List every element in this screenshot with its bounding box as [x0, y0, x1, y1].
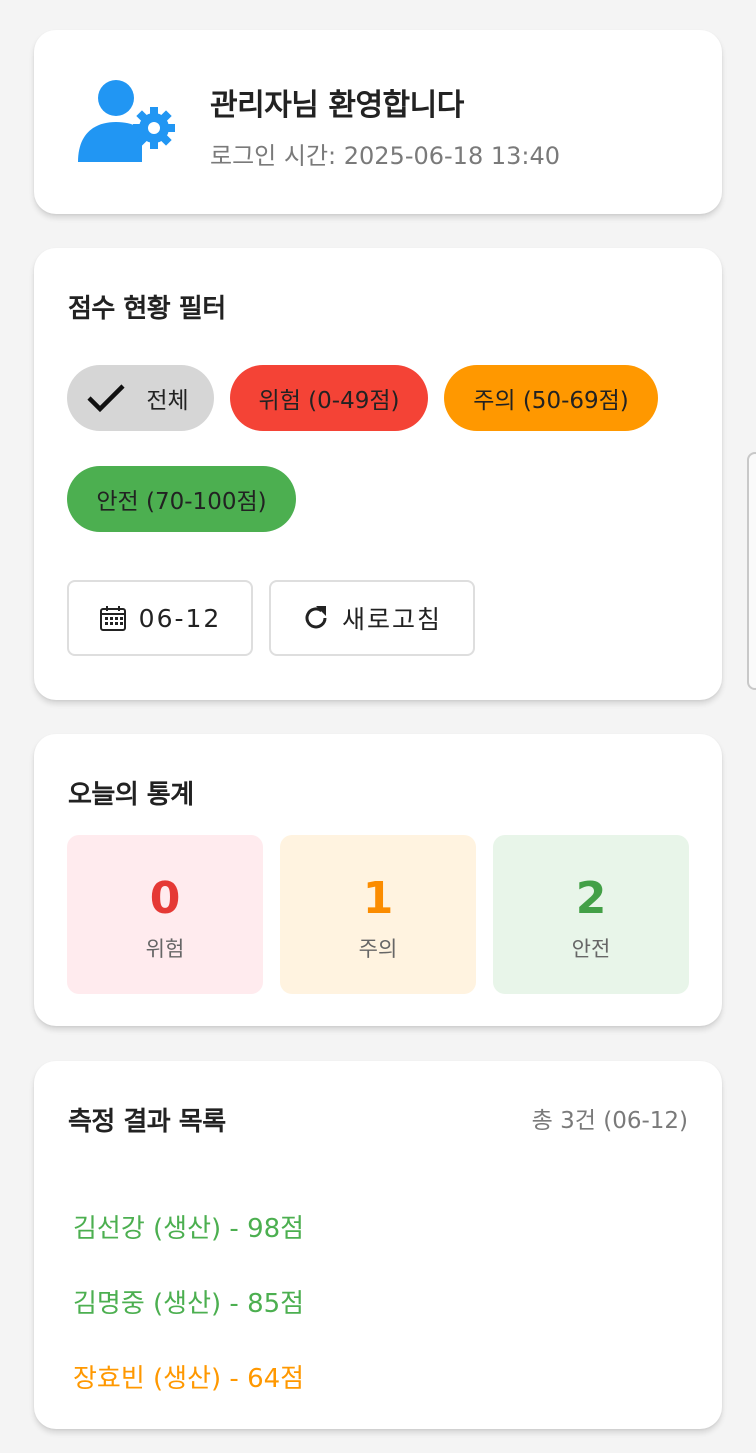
filter-chip-label: 안전 (70-100점) — [96, 489, 267, 515]
result-item[interactable]: 김선강 (생산) - 98점 — [73, 1208, 304, 1245]
filter-chip-caution[interactable]: 주의 (50-69점) — [444, 365, 658, 431]
filter-chip-label: 전체 — [146, 388, 189, 414]
stat-label: 안전 — [571, 937, 611, 961]
stats-card: 오늘의 통계 0 위험 1 주의 2 안전 — [34, 734, 722, 1026]
result-item[interactable]: 장효빈 (생산) - 64점 — [73, 1358, 304, 1395]
calendar-icon — [99, 606, 126, 631]
filter-chip-all[interactable]: 전체 — [67, 365, 214, 431]
refresh-label: 새로고침 — [341, 605, 442, 634]
result-item[interactable]: 김명중 (생산) - 85점 — [73, 1283, 304, 1320]
date-picker-button[interactable]: 06-12 — [67, 580, 253, 656]
results-count: 총 3건 (06-12) — [531, 1108, 688, 1134]
refresh-button[interactable]: 새로고침 — [269, 580, 475, 656]
refresh-icon — [305, 606, 327, 629]
stat-label: 주의 — [358, 937, 398, 961]
filter-chip-label: 위험 (0-49점) — [258, 388, 400, 414]
welcome-card: 관리자님 환영합니다 로그인 시간: 2025-06-18 13:40 — [34, 30, 722, 214]
stat-danger: 0 위험 — [67, 835, 263, 994]
filter-chip-label: 주의 (50-69점) — [473, 388, 629, 414]
admin-settings-icon — [78, 80, 175, 162]
results-card: 측정 결과 목록 총 3건 (06-12) 김선강 (생산) - 98점 김명중… — [34, 1061, 722, 1429]
stat-value: 2 — [575, 873, 607, 924]
filter-card: 점수 현황 필터 전체 위험 (0-49점) 주의 (50-69점) 안전 (7… — [34, 248, 722, 700]
check-icon — [87, 384, 125, 413]
stat-caution: 1 주의 — [280, 835, 476, 994]
welcome-title: 관리자님 환영합니다 — [210, 88, 464, 123]
stat-safe: 2 안전 — [493, 835, 689, 994]
stat-value: 0 — [149, 873, 181, 924]
login-time: 로그인 시간: 2025-06-18 13:40 — [210, 142, 561, 170]
filter-title: 점수 현황 필터 — [68, 294, 226, 324]
side-drawer-handle[interactable] — [747, 452, 756, 690]
stat-value: 1 — [362, 873, 394, 924]
filter-chip-safe[interactable]: 안전 (70-100점) — [67, 466, 296, 532]
filter-chip-danger[interactable]: 위험 (0-49점) — [230, 365, 428, 431]
stats-title: 오늘의 통계 — [68, 780, 194, 810]
results-title: 측정 결과 목록 — [68, 1107, 226, 1137]
date-label: 06-12 — [138, 603, 222, 633]
stat-label: 위험 — [145, 937, 185, 961]
